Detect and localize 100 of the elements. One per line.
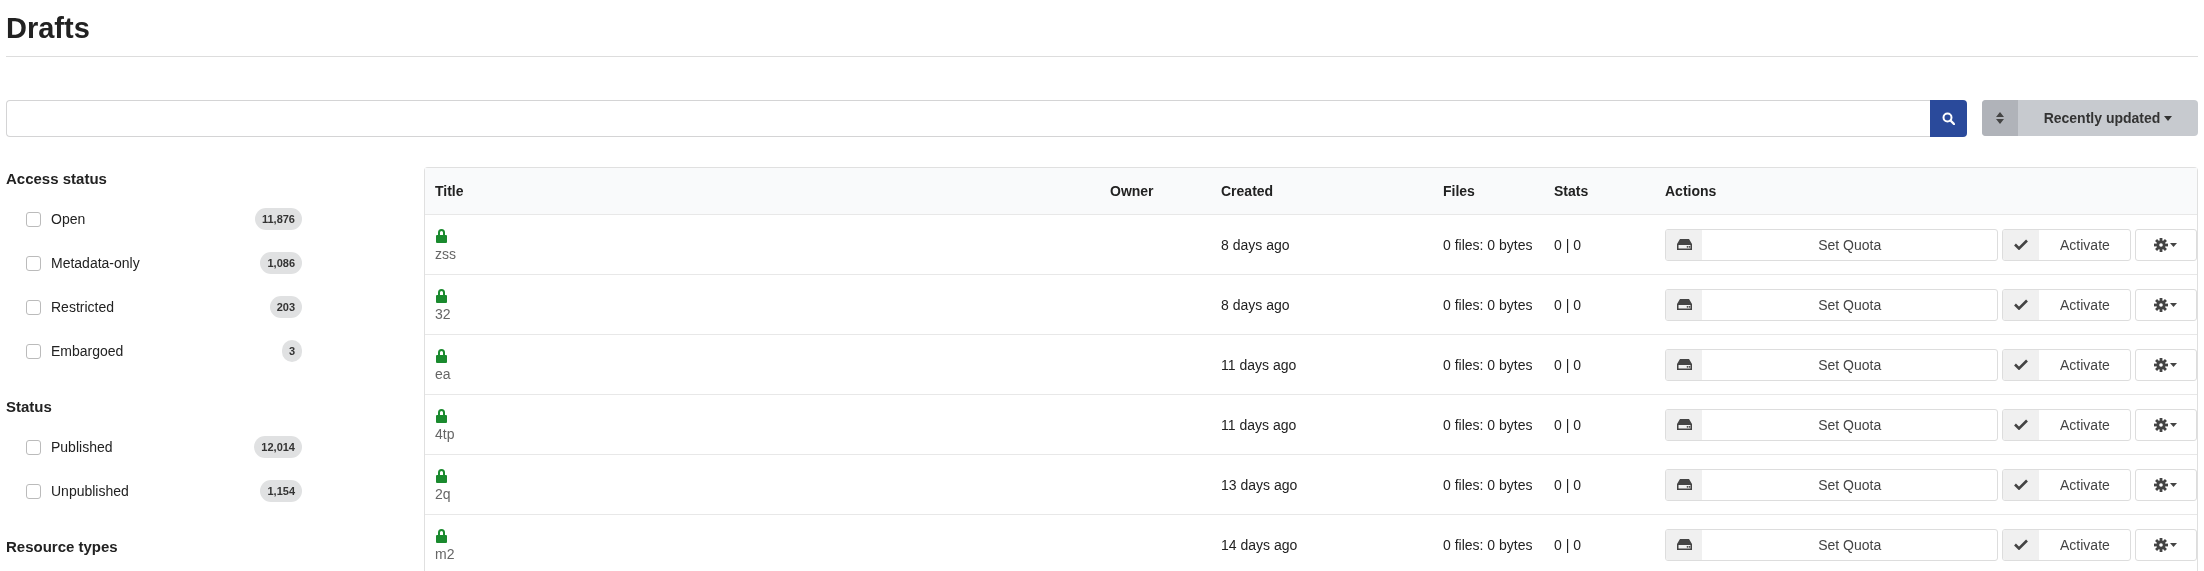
count-badge: 1,086	[260, 252, 302, 274]
record-title[interactable]: 2q	[435, 485, 451, 502]
created-cell-text: 8 days ago	[1220, 236, 1291, 253]
count-badge: 11,876	[254, 208, 302, 230]
checkbox[interactable]	[26, 439, 41, 455]
settings-dropdown-button[interactable]	[2135, 348, 2197, 381]
lock-icon	[435, 287, 448, 303]
facet-label: Published	[51, 439, 114, 455]
drive-icon	[1676, 479, 1692, 490]
settings-dropdown-button[interactable]	[2135, 288, 2197, 321]
set-quota-button[interactable]: Set Quota	[1665, 528, 1999, 561]
checkbox[interactable]	[26, 483, 41, 499]
set-quota-button[interactable]: Set Quota	[1665, 228, 1999, 261]
column-header: Created	[1220, 183, 1275, 199]
stats-cell-text: 0 | 0	[1553, 356, 1582, 373]
record-title[interactable]: 4tp	[435, 425, 455, 442]
files-cell-text: 0 files: 0 bytes	[1442, 296, 1534, 313]
lock-icon	[435, 347, 448, 363]
drive-icon	[1676, 299, 1692, 310]
facet-label: Unpublished	[51, 483, 130, 499]
files-cell-text: 0 files: 0 bytes	[1442, 236, 1534, 253]
sort-icon	[1996, 112, 2004, 124]
check-icon	[2014, 299, 2029, 310]
facet-label: Open	[51, 211, 87, 227]
search-icon	[1942, 112, 1955, 125]
stats-cell-text: 0 | 0	[1553, 236, 1582, 253]
count-badge: 3	[281, 340, 302, 362]
record-title[interactable]: m2	[435, 545, 455, 562]
settings-dropdown-button[interactable]	[2135, 468, 2197, 501]
search-field[interactable]	[6, 100, 1930, 137]
settings-dropdown-button[interactable]	[2135, 408, 2197, 441]
drive-icon	[1676, 539, 1692, 550]
lock-icon	[435, 467, 448, 483]
stats-cell-text: 0 | 0	[1553, 296, 1582, 313]
settings-dropdown-button[interactable]	[2135, 528, 2197, 561]
facet-heading: Status	[6, 397, 53, 417]
settings-icon	[2154, 537, 2179, 552]
check-icon	[2014, 239, 2029, 250]
stats-cell-text: 0 | 0	[1553, 536, 1582, 553]
page-title: Drafts	[6, 11, 90, 46]
drive-icon	[1676, 239, 1692, 250]
count-badge: 12,014	[254, 436, 302, 458]
record-title[interactable]: zss	[435, 245, 456, 262]
activate-button[interactable]: Activate	[2002, 288, 2132, 321]
drive-icon	[1676, 419, 1692, 430]
activate-button[interactable]: Activate	[2002, 468, 2132, 501]
activate-button[interactable]: Activate	[2002, 228, 2132, 261]
created-cell-text: 13 days ago	[1220, 476, 1299, 493]
caret-icon	[2164, 115, 2173, 121]
activate-button[interactable]: Activate	[2002, 408, 2132, 441]
checkbox[interactable]	[26, 299, 41, 315]
set-quota-button[interactable]: Set Quota	[1665, 408, 1999, 441]
settings-icon	[2154, 297, 2179, 312]
files-cell-text: 0 files: 0 bytes	[1442, 356, 1534, 373]
facet-heading: Access status	[6, 169, 108, 189]
created-cell-text: 11 days ago	[1220, 356, 1298, 373]
settings-dropdown-button[interactable]	[2135, 228, 2197, 261]
check-icon	[2014, 539, 2029, 550]
column-header: Stats	[1553, 183, 1590, 199]
column-header: Title	[434, 183, 465, 199]
set-quota-button[interactable]: Set Quota	[1665, 468, 1999, 501]
activate-button[interactable]: Activate	[2002, 528, 2132, 561]
lock-icon	[435, 227, 448, 243]
settings-icon	[2154, 417, 2179, 432]
settings-icon	[2154, 357, 2179, 372]
checkbox[interactable]	[26, 255, 41, 271]
sort-dropdown[interactable]: Recently updated	[1982, 100, 2198, 136]
files-cell-text: 0 files: 0 bytes	[1442, 416, 1534, 433]
facet-label: Restricted	[51, 299, 116, 315]
activate-button[interactable]: Activate	[2002, 348, 2132, 381]
lock-icon	[435, 407, 448, 423]
checkbox[interactable]	[26, 343, 41, 359]
set-quota-button[interactable]: Set Quota	[1665, 288, 1999, 321]
count-badge: 203	[269, 296, 302, 318]
facet-label: Metadata-only	[51, 255, 141, 271]
files-cell-text: 0 files: 0 bytes	[1442, 476, 1534, 493]
facet-heading: Resource types	[6, 537, 119, 557]
created-cell-text: 14 days ago	[1220, 536, 1299, 553]
files-cell-text: 0 files: 0 bytes	[1442, 536, 1534, 553]
check-icon	[2014, 419, 2029, 430]
facet-label: Embargoed	[51, 343, 125, 359]
search-button[interactable]	[1930, 100, 1967, 137]
checkbox[interactable]	[26, 211, 41, 227]
lock-icon	[435, 527, 448, 543]
record-title[interactable]: 32	[435, 305, 451, 322]
column-header: Owner	[1109, 183, 1155, 199]
settings-icon	[2154, 477, 2179, 492]
created-cell-text: 11 days ago	[1220, 416, 1298, 433]
column-header: Files	[1442, 183, 1476, 199]
check-icon	[2014, 479, 2029, 490]
check-icon	[2014, 359, 2029, 370]
created-cell-text: 8 days ago	[1220, 296, 1291, 313]
stats-cell-text: 0 | 0	[1553, 476, 1582, 493]
settings-icon	[2154, 237, 2179, 252]
column-header: Actions	[1664, 183, 1718, 199]
drive-icon	[1676, 359, 1692, 370]
count-badge: 1,154	[260, 480, 302, 502]
record-title[interactable]: ea	[435, 365, 451, 382]
stats-cell-text: 0 | 0	[1553, 416, 1582, 433]
set-quota-button[interactable]: Set Quota	[1665, 348, 1999, 381]
